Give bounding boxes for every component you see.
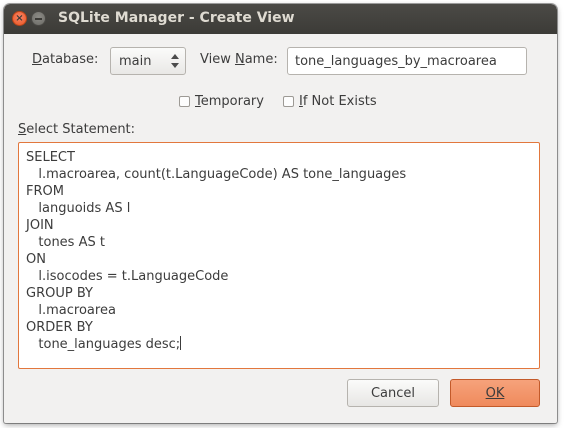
sql-line: JOIN: [26, 218, 54, 233]
sql-line: tones AS t: [26, 235, 105, 250]
sql-line: ON: [26, 252, 46, 267]
close-icon[interactable]: ×: [12, 11, 27, 26]
sql-line: SELECT: [26, 150, 75, 165]
sql-line: l.macroarea, count(t.LanguageCode) AS to…: [26, 167, 407, 182]
database-select[interactable]: main: [110, 47, 186, 75]
chevron-down-icon: [171, 63, 179, 68]
database-label: Database:: [32, 52, 98, 67]
temporary-checkbox-label: Temporary: [195, 94, 264, 109]
database-select-spinner[interactable]: [171, 52, 179, 70]
view-name-label-mnemonic: N: [234, 52, 245, 67]
database-label-mnemonic: D: [32, 52, 43, 67]
select-statement-textarea[interactable]: SELECT l.macroarea, count(t.LanguageCode…: [18, 142, 540, 369]
create-view-dialog: × SQLite Manager - Create View Database:…: [4, 4, 557, 423]
sql-line: GROUP BY: [26, 286, 93, 301]
if-not-exists-checkbox-label: If Not Exists: [299, 94, 377, 109]
title-bar[interactable]: × SQLite Manager - Create View: [4, 4, 557, 34]
view-name-label-rest: ame:: [244, 52, 278, 67]
cancel-button[interactable]: Cancel: [347, 379, 439, 407]
view-name-label-start: View: [200, 52, 235, 67]
text-caret: [180, 336, 182, 350]
database-label-rest: atabase:: [42, 52, 99, 67]
temporary-checkbox-box[interactable]: [179, 96, 190, 107]
temporary-checkbox[interactable]: Temporary: [179, 94, 264, 109]
window-title: SQLite Manager - Create View: [58, 10, 295, 26]
chevron-up-icon: [171, 54, 179, 59]
if-not-exists-checkbox[interactable]: If Not Exists: [283, 94, 377, 109]
sql-line: l.isocodes = t.LanguageCode: [26, 269, 229, 284]
database-select-value: main: [119, 54, 152, 69]
sql-line: tone_languages desc;: [26, 336, 182, 352]
if-not-exists-checkbox-box[interactable]: [283, 96, 294, 107]
select-statement-label: Select Statement:: [18, 122, 136, 137]
view-name-label: View Name:: [200, 52, 278, 67]
view-name-input[interactable]: tone_languages_by_macroarea: [287, 47, 527, 75]
sql-line: languoids AS l: [26, 201, 131, 216]
ok-button-label: OK: [485, 385, 505, 401]
ok-button[interactable]: OK: [450, 379, 540, 407]
sql-line: FROM: [26, 184, 64, 199]
minimize-icon[interactable]: [31, 11, 46, 26]
sql-line: l.macroarea: [26, 303, 116, 318]
sql-line: ORDER BY: [26, 320, 93, 335]
